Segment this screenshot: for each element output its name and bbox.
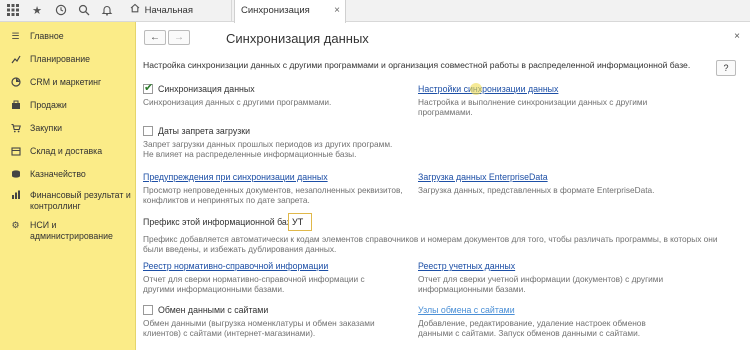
sidebar-item-treasury[interactable]: Казначейство: [0, 169, 136, 180]
enterprise-data-desc: Загрузка данных, представленных в формат…: [418, 185, 655, 195]
star-icon[interactable]: ★: [30, 4, 44, 18]
sync-settings-link[interactable]: Настройки синхронизации данных: [418, 84, 558, 94]
sidebar-item-label: CRM и маркетинг: [30, 77, 102, 87]
sites-exchange-checkbox[interactable]: [143, 305, 153, 315]
prefix-label: Префикс этой информационной базы:: [143, 217, 300, 227]
menu-icon: ☰: [11, 31, 20, 41]
mouse-cursor-highlight: [470, 83, 482, 95]
accounting-registry-desc-1: Отчет для сверки учетной информации (док…: [418, 274, 664, 284]
exchange-nodes-desc-1: Добавление, редактирование, удаление нас…: [418, 318, 646, 328]
accounting-registry-desc-2: информационными базами.: [418, 284, 526, 294]
top-toolbar: ★ Начальная страница Синхронизация данны…: [0, 0, 750, 38]
forward-button[interactable]: →: [168, 30, 190, 45]
finance-icon: [10, 190, 21, 201]
prefix-input[interactable]: [288, 213, 312, 231]
sidebar-item-label-line2: администрирование: [30, 231, 113, 241]
sync-settings-desc-2: программами.: [418, 107, 473, 117]
sites-exchange-label: Обмен данными с сайтами: [158, 305, 269, 315]
sidebar-item-label: Продажи: [30, 100, 67, 110]
purchases-icon: [10, 123, 21, 134]
sidebar-item-sales[interactable]: Продажи: [0, 100, 136, 111]
sites-exchange-desc-1: Обмен данными (выгрузка номенклатуры и о…: [143, 318, 375, 328]
main-panel: ← → Синхронизация данных × Настройка син…: [136, 23, 750, 350]
nsi-registry-link[interactable]: Реестр нормативно-справочной информации: [143, 261, 328, 271]
intro-text: Настройка синхронизации данных с другими…: [143, 60, 691, 70]
sidebar-item-planning[interactable]: Планирование: [0, 54, 136, 65]
close-icon[interactable]: ×: [734, 31, 740, 42]
tab-home[interactable]: Начальная страница: [124, 0, 232, 38]
sidebar-item-main[interactable]: ☰ Главное: [0, 31, 136, 42]
back-button[interactable]: ←: [144, 30, 166, 45]
sales-icon: [10, 100, 21, 111]
planning-icon: [10, 54, 21, 65]
prefix-desc-1: Префикс добавляется автоматически к кода…: [143, 234, 718, 244]
history-icon[interactable]: [54, 4, 68, 18]
sync-desc: Синхронизация данных с другими программа…: [143, 97, 332, 107]
warnings-desc-2: конфликтов и непринятых по дате запрета.: [143, 195, 310, 205]
sync-settings-desc-1: Настройка и выполнение синхронизации дан…: [418, 97, 648, 107]
warehouse-icon: [10, 146, 21, 157]
page-title: Синхронизация данных: [226, 31, 369, 46]
sites-exchange-desc-2: клиентов) с сайтами (интернет-магазинами…: [143, 328, 316, 338]
accounting-registry-link[interactable]: Реестр учетных данных: [418, 261, 515, 271]
sidebar-item-label: Закупки: [30, 123, 63, 133]
nsi-registry-desc-2: другими информационными базами.: [143, 284, 285, 294]
tab-sync[interactable]: Синхронизация данных ×: [234, 0, 346, 38]
sync-checkbox[interactable]: ✔: [143, 82, 154, 94]
enterprise-data-link[interactable]: Загрузка данных EnterpriseData: [418, 172, 548, 182]
ban-dates-desc-2: Не влияет на распределенные информационн…: [143, 149, 357, 159]
exchange-nodes-link[interactable]: Узлы обмена с сайтами: [418, 305, 515, 315]
sidebar-item-label: Склад и доставка: [30, 146, 103, 156]
sidebar-item-label: Казначейство: [30, 169, 86, 179]
sidebar: ☰ Главное Планирование CRM и маркетинг П…: [0, 22, 136, 350]
warnings-desc-1: Просмотр непроведенных документов, незап…: [143, 185, 403, 195]
exchange-nodes-desc-2: данными с сайтами. Запуск обменов данным…: [418, 328, 641, 338]
sidebar-item-label: Главное: [30, 31, 64, 41]
ban-dates-label: Даты запрета загрузки: [158, 126, 251, 136]
ban-dates-checkbox[interactable]: [143, 126, 153, 136]
sidebar-item-label-line2: контроллинг: [30, 201, 81, 211]
home-icon: [130, 0, 142, 22]
warnings-link[interactable]: Предупреждения при синхронизации данных: [143, 172, 328, 182]
sidebar-item-warehouse[interactable]: Склад и доставка: [0, 146, 136, 157]
checkmark-icon: ✔: [144, 82, 154, 94]
nsi-registry-desc-1: Отчет для сверки нормативно-справочной и…: [143, 274, 365, 284]
apps-grid-icon[interactable]: [6, 4, 20, 18]
sidebar-item-purchases[interactable]: Закупки: [0, 123, 136, 134]
ban-dates-desc-1: Запрет загрузки данных прошлых периодов …: [143, 139, 393, 149]
help-button[interactable]: ?: [716, 60, 736, 76]
prefix-desc-2: были введены, и избежать дублирования да…: [143, 244, 337, 254]
sidebar-item-nsi[interactable]: ⚙ НСИ и администрирование: [0, 220, 136, 242]
search-icon[interactable]: [77, 4, 91, 18]
sidebar-item-label: НСИ и: [30, 220, 57, 230]
sidebar-item-label: Финансовый результат и: [30, 190, 131, 200]
sidebar-item-crm[interactable]: CRM и маркетинг: [0, 77, 136, 88]
sidebar-item-finance[interactable]: Финансовый результат и контроллинг: [0, 190, 136, 212]
sync-label: Синхронизация данных: [158, 84, 255, 94]
bell-icon[interactable]: [100, 4, 114, 18]
treasury-icon: [10, 169, 21, 180]
sidebar-item-label: Планирование: [30, 54, 91, 64]
crm-icon: [10, 77, 21, 88]
close-tab-icon[interactable]: ×: [334, 0, 340, 22]
gear-icon: ⚙: [11, 220, 20, 230]
